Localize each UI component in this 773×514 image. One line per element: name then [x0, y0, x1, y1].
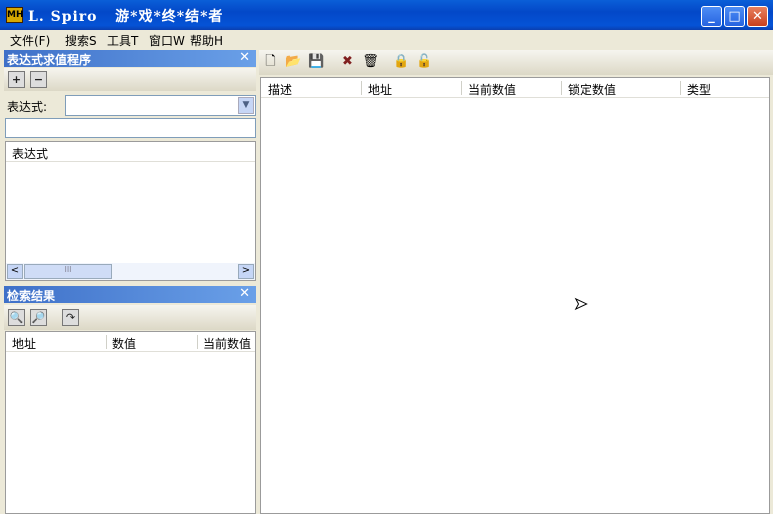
- col-current-value[interactable]: 当前数值: [203, 335, 251, 352]
- remove-expression-button[interactable]: −: [30, 71, 47, 88]
- scroll-thumb[interactable]: III: [24, 264, 112, 279]
- scroll-left-icon[interactable]: <: [7, 264, 23, 279]
- col-type[interactable]: 类型: [687, 81, 711, 98]
- main-toolbar: 🗋 📂 💾 ✖ 🗑 🔒 🔓: [259, 50, 773, 75]
- clear-icon[interactable]: 🗑: [362, 53, 379, 70]
- expr-panel-close-icon[interactable]: ✕: [239, 50, 250, 65]
- horizontal-scrollbar[interactable]: < III >: [6, 263, 255, 280]
- expression-combo[interactable]: ▼: [65, 95, 256, 116]
- search-panel-title: 检索结果: [7, 289, 56, 303]
- expr-panel-title: 表达式求值程序: [7, 53, 92, 67]
- col-locked-value[interactable]: 锁定数值: [568, 81, 616, 98]
- unlock-icon[interactable]: 🔓: [416, 53, 433, 70]
- menu-help[interactable]: 帮助H: [190, 32, 223, 49]
- save-icon[interactable]: 💾: [308, 53, 325, 70]
- minimize-button[interactable]: _: [701, 6, 722, 27]
- title-bar[interactable]: MH L. Spiro 游*戏*终*结*者 _ □ ✕: [0, 0, 773, 30]
- search-results-list[interactable]: 地址 数值 当前数值: [5, 331, 256, 514]
- menu-tools[interactable]: 工具T: [107, 32, 138, 49]
- menu-file[interactable]: 文件(F): [10, 32, 50, 49]
- add-expression-button[interactable]: +: [8, 71, 25, 88]
- col-current-value[interactable]: 当前数值: [468, 81, 516, 98]
- open-folder-icon[interactable]: 📂: [285, 53, 302, 70]
- close-button[interactable]: ✕: [747, 6, 768, 27]
- expression-input[interactable]: [5, 118, 256, 138]
- col-address[interactable]: 地址: [12, 335, 36, 352]
- expr-toolbar: + −: [4, 68, 256, 91]
- col-address[interactable]: 地址: [368, 81, 392, 98]
- search-panel-close-icon[interactable]: ✕: [239, 286, 250, 301]
- delete-icon[interactable]: ✖: [339, 53, 356, 70]
- col-description[interactable]: 描述: [268, 81, 292, 98]
- new-file-icon[interactable]: 🗋: [262, 53, 279, 70]
- redo-arrow-icon[interactable]: ↷: [62, 309, 79, 326]
- maximize-button[interactable]: □: [724, 6, 745, 27]
- menu-search[interactable]: 搜索S: [65, 32, 97, 49]
- expression-list[interactable]: 表达式 < III >: [5, 141, 256, 281]
- window-title: L. Spiro 游*戏*终*结*者: [28, 9, 224, 25]
- col-expression[interactable]: 表达式: [12, 145, 48, 162]
- main-list[interactable]: 描述 地址 当前数值 锁定数值 类型: [260, 77, 770, 514]
- chevron-down-icon[interactable]: ▼: [238, 97, 254, 114]
- mouse-cursor-icon: ➤: [573, 294, 588, 314]
- col-value[interactable]: 数值: [112, 335, 136, 352]
- menu-bar: 文件(F) 搜索S 工具T 窗口W 帮助H: [0, 30, 773, 49]
- search-again-icon[interactable]: 🔎: [30, 309, 47, 326]
- search-panel-header: 检索结果 ✕: [4, 286, 256, 303]
- scroll-right-icon[interactable]: >: [238, 264, 254, 279]
- expression-label: 表达式:: [7, 100, 48, 114]
- lock-icon[interactable]: 🔒: [393, 53, 410, 70]
- search-toolbar: 🔍 🔎 ↷: [4, 305, 256, 330]
- expr-panel-header: 表达式求值程序 ✕: [4, 50, 256, 67]
- app-icon: MH: [6, 7, 24, 23]
- search-icon[interactable]: 🔍: [8, 309, 25, 326]
- menu-window[interactable]: 窗口W: [149, 32, 185, 49]
